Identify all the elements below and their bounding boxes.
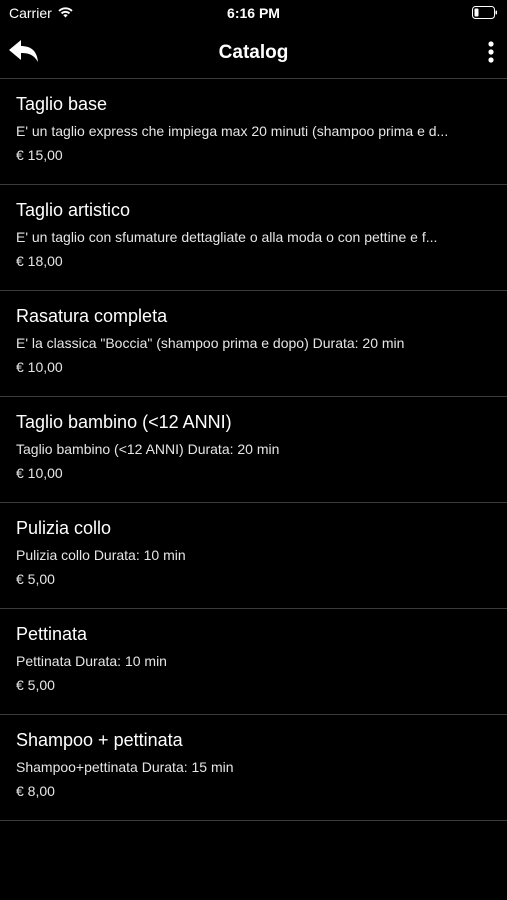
- item-price: € 10,00: [16, 359, 63, 375]
- status-bar: Carrier 6:16 PM: [0, 0, 507, 28]
- item-price: € 10,00: [16, 465, 63, 481]
- item-price: € 5,00: [16, 571, 55, 587]
- item-description: E' un taglio con sfumature dettagliate o…: [16, 229, 438, 245]
- catalog-item[interactable]: Taglio base E' un taglio express che imp…: [0, 79, 507, 185]
- item-title: Pulizia collo: [16, 518, 112, 538]
- more-options-button[interactable]: [483, 40, 499, 66]
- item-title: Taglio bambino (<12 ANNI): [16, 412, 232, 432]
- catalog-item[interactable]: Taglio artistico E' un taglio con sfumat…: [0, 185, 507, 291]
- item-description: Shampoo+pettinata Durata: 15 min: [16, 759, 234, 775]
- catalog-item[interactable]: Shampoo + pettinata Shampoo+pettinata Du…: [0, 715, 507, 821]
- item-price: € 18,00: [16, 253, 63, 269]
- item-title: Rasatura completa: [16, 306, 168, 326]
- item-title: Taglio artistico: [16, 200, 131, 220]
- catalog-item[interactable]: Pulizia collo Pulizia collo Durata: 10 m…: [0, 503, 507, 609]
- item-title: Taglio base: [16, 94, 108, 114]
- item-description: E' la classica "Boccia" (shampoo prima e…: [16, 335, 405, 351]
- battery-icon: [472, 6, 498, 19]
- item-description: Pulizia collo Durata: 10 min: [16, 547, 186, 563]
- item-title: Pettinata: [16, 624, 88, 644]
- catalog-list: Taglio base E' un taglio express che imp…: [0, 79, 507, 821]
- catalog-item[interactable]: Taglio bambino (<12 ANNI) Taglio bambino…: [0, 397, 507, 503]
- item-description: E' un taglio express che impiega max 20 …: [16, 123, 449, 139]
- navigation-bar: Catalog: [0, 28, 507, 79]
- item-title: Shampoo + pettinata: [16, 730, 183, 750]
- catalog-item[interactable]: Rasatura completa E' la classica "Boccia…: [0, 291, 507, 397]
- more-vertical-icon: [483, 41, 499, 70]
- item-description: Pettinata Durata: 10 min: [16, 653, 167, 669]
- item-price: € 15,00: [16, 147, 63, 163]
- item-price: € 8,00: [16, 783, 55, 799]
- item-price: € 5,00: [16, 677, 55, 693]
- item-description: Taglio bambino (<12 ANNI) Durata: 20 min: [16, 441, 280, 457]
- catalog-item[interactable]: Pettinata Pettinata Durata: 10 min € 5,0…: [0, 609, 507, 715]
- clock: 6:16 PM: [227, 5, 280, 21]
- page-title: Catalog: [218, 42, 289, 63]
